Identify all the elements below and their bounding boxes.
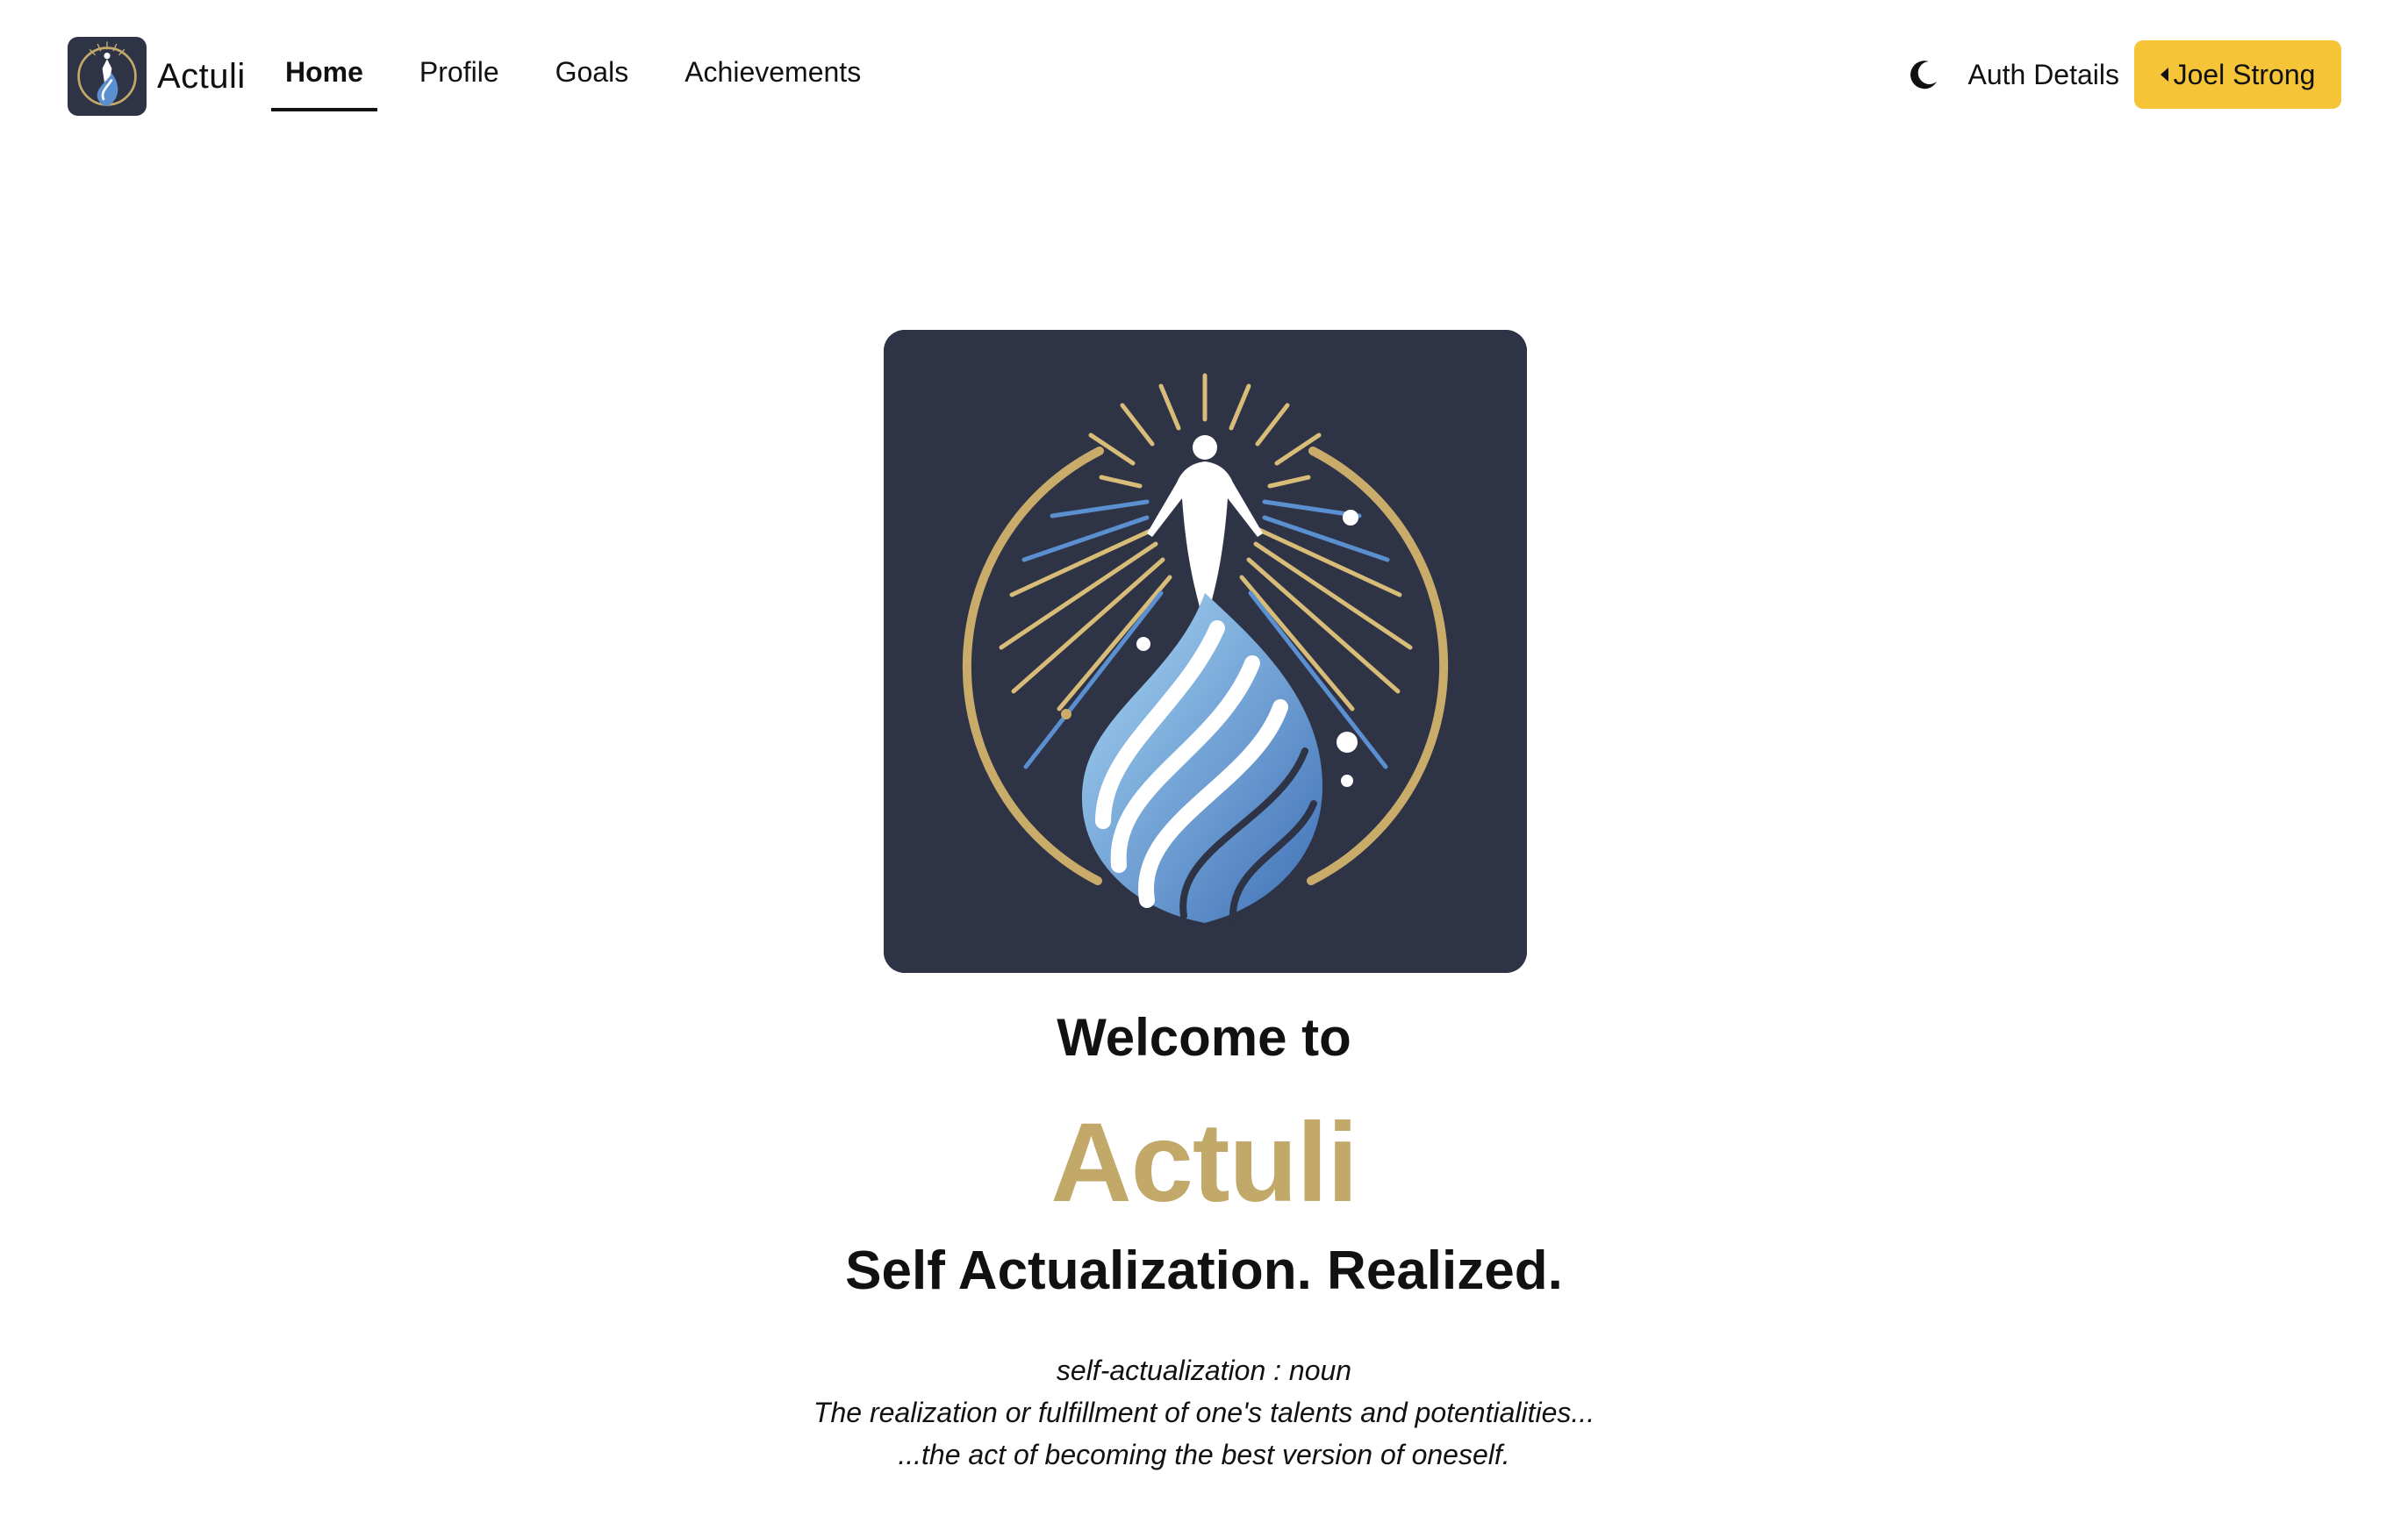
user-name: Joel Strong	[2173, 58, 2316, 90]
moon-icon	[1910, 61, 1938, 89]
tagline: Self Actualization. Realized.	[845, 1241, 1563, 1301]
nav-home[interactable]: Home	[271, 39, 377, 111]
hero-logo-image	[884, 330, 1527, 973]
nav-achievements[interactable]: Achievements	[670, 39, 875, 111]
main-nav: Home Profile Goals Achievements	[271, 39, 903, 111]
definition-extension: ...the act of becoming the best version …	[898, 1439, 1510, 1470]
caret-left-icon	[2160, 68, 2168, 82]
user-menu-button[interactable]: Joel Strong	[2134, 40, 2341, 109]
welcome-heading: Welcome to	[1057, 1008, 1351, 1067]
nav-right-group: Auth Details Joel Strong	[1904, 40, 2408, 109]
brand-name: Actuli	[157, 56, 246, 96]
definition-term: self-actualization : noun	[1056, 1355, 1352, 1386]
top-navbar: Actuli Home Profile Goals Achievements A…	[0, 0, 2408, 154]
hero-logo-icon	[884, 330, 1527, 973]
app-name-heading: Actuli	[1050, 1100, 1358, 1226]
auth-details-link[interactable]: Auth Details	[1967, 59, 2119, 91]
nav-profile[interactable]: Profile	[405, 39, 513, 111]
brand-logo-icon	[68, 37, 147, 116]
definition-block: self-actualization : noun The realizatio…	[0, 1349, 2408, 1476]
definition-meaning: The realization or fulfillment of one's …	[813, 1397, 1595, 1428]
brand-link[interactable]: Actuli	[68, 37, 246, 116]
theme-toggle-button[interactable]	[1904, 55, 1943, 94]
nav-goals[interactable]: Goals	[541, 39, 643, 111]
